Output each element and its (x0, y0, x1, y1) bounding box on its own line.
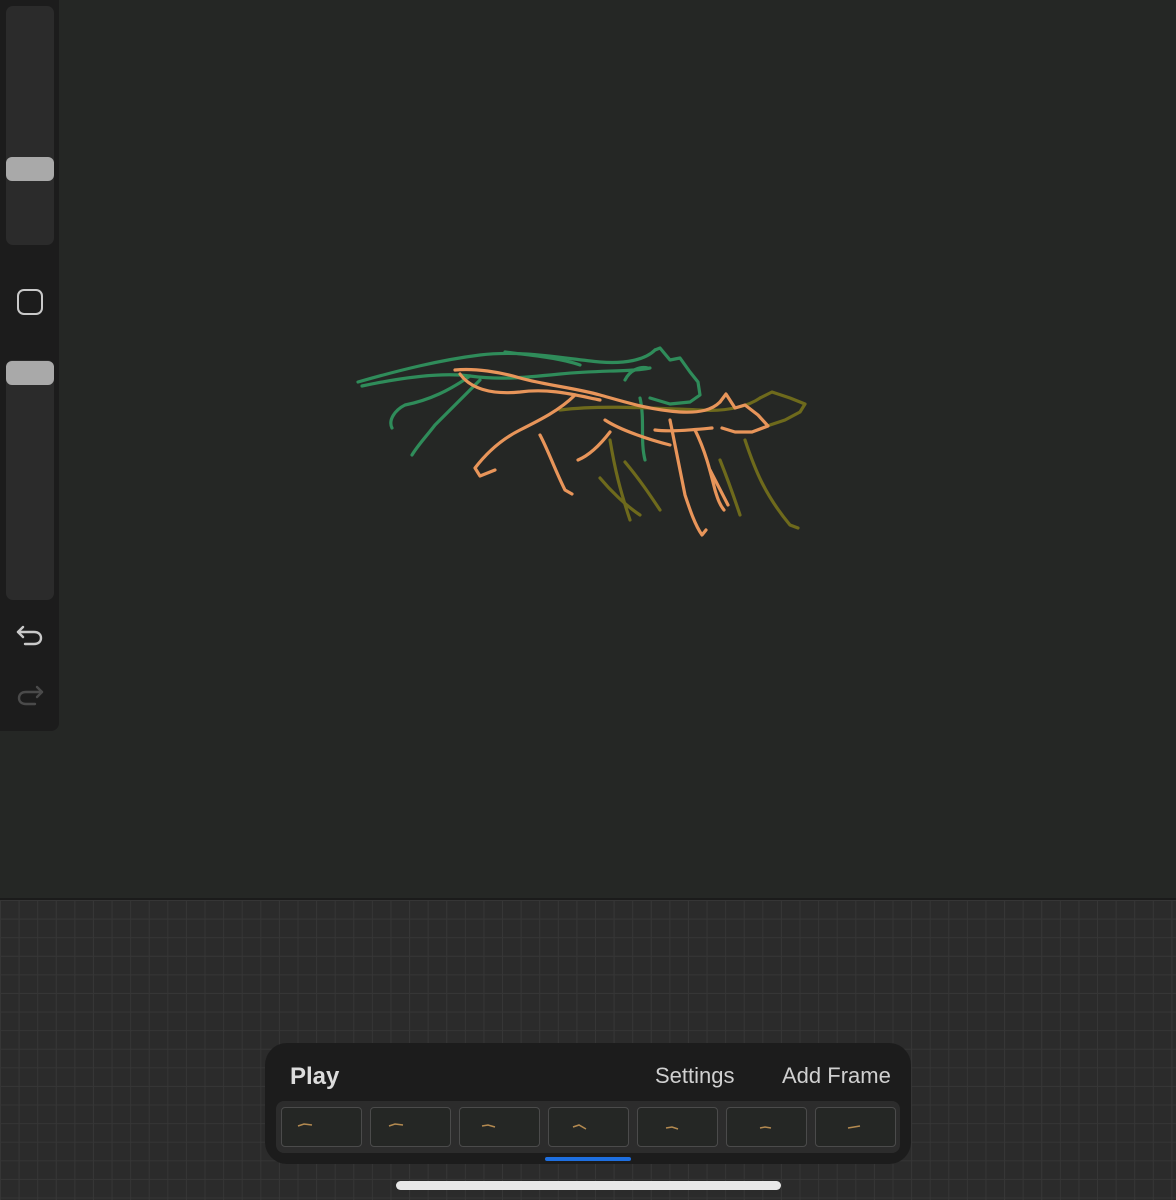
frame-thumbnail-5[interactable] (637, 1107, 718, 1147)
settings-button[interactable]: Settings (655, 1063, 735, 1089)
undo-icon[interactable] (15, 622, 45, 648)
left-sidebar (0, 0, 59, 731)
opacity-slider-thumb[interactable] (6, 361, 54, 385)
selected-frame-indicator (545, 1157, 631, 1161)
wolf-sketch-artwork (356, 346, 807, 537)
frame-strip (276, 1101, 900, 1153)
brush-size-slider-thumb[interactable] (6, 157, 54, 181)
frame-thumbnail-1[interactable] (281, 1107, 362, 1147)
animation-assist-panel: Play Settings Add Frame (265, 1043, 911, 1164)
frame-thumbnail-2[interactable] (370, 1107, 451, 1147)
frame-thumbnail-6[interactable] (726, 1107, 807, 1147)
frame-thumbnail-3[interactable] (459, 1107, 540, 1147)
brush-size-slider[interactable] (6, 6, 54, 245)
modify-square-icon[interactable] (17, 289, 43, 315)
drawing-canvas[interactable] (0, 0, 1176, 898)
frame-thumbnail-7[interactable] (815, 1107, 896, 1147)
add-frame-button[interactable]: Add Frame (782, 1063, 891, 1089)
redo-icon[interactable] (15, 682, 45, 708)
opacity-slider[interactable] (6, 360, 54, 600)
home-indicator-bar[interactable] (396, 1181, 781, 1190)
procreate-animation-screen: Play Settings Add Frame (0, 0, 1176, 1200)
frame-thumbnail-4[interactable] (548, 1107, 629, 1147)
play-button[interactable]: Play (290, 1063, 339, 1091)
